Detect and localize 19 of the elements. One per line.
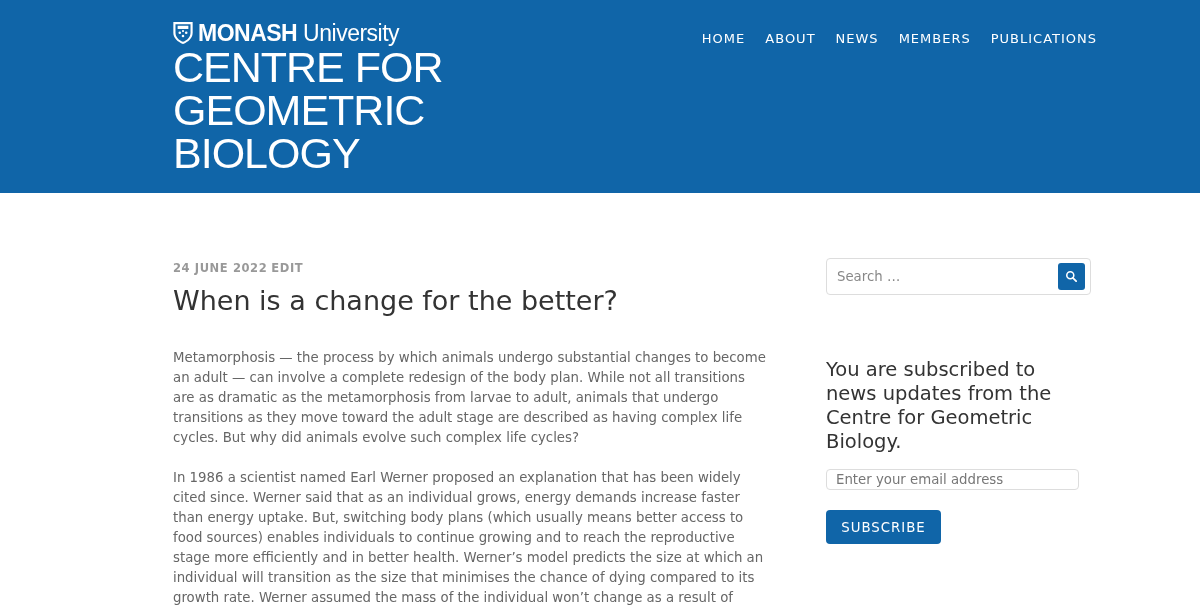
search-button[interactable] [1058, 263, 1085, 290]
nav-link[interactable]: NEWS [835, 31, 879, 47]
subscribe-heading: You are subscribed to news updates from the Centre for Geometric Biology. [826, 358, 1053, 454]
email-field[interactable]: Enter your email address [826, 469, 1079, 490]
subscribe-button[interactable]: SUBSCRIBE [826, 510, 941, 544]
site-title[interactable]: GEOMETRIC [173, 89, 443, 132]
post-paragraph: Metamorphosis — the process by which animals undergo substantial changes to become an adult — can involve a complete redesign of the body plan. While not all transitions are as dramatic as the metamorphosis from larvae to adult, animals that undergo transitions as they move toward the adult stage are described as having complex life cycles. But why did animals evolve such complex life cycles? [173, 349, 766, 447]
search-field[interactable]: Search … [826, 258, 1091, 295]
nav-link[interactable]: ABOUT [765, 31, 816, 47]
crest-icon [173, 22, 193, 44]
nav-link[interactable]: PUBLICATIONS [990, 31, 1097, 47]
nav-link[interactable]: HOME [701, 31, 746, 47]
nav-link[interactable]: MEMBERS [898, 31, 971, 47]
university-name[interactable]: MONASH University [198, 20, 400, 46]
post-paragraph: In 1986 a scientist named Earl Werner proposed an explanation that has been widely cited since. Werner said that as an individual grows, energy demands increase faster than energy uptake. But, switching body plans (which usually means better access to food sources) enables individuals to continue growing and to reach the reproductive stage more efficiently and in better health. Werner’s model predicts the size at which an individual will transition as the size that minimises the chance of dying compared to its growth rate. Werner assumed the mass of the individual won’t change as a result of [173, 469, 765, 607]
site-title[interactable]: BIOLOGY [173, 132, 443, 175]
post-title: When is a change for the better? [173, 284, 619, 318]
search-icon [1066, 271, 1077, 282]
site-title[interactable]: CENTRE FOR [173, 46, 443, 89]
